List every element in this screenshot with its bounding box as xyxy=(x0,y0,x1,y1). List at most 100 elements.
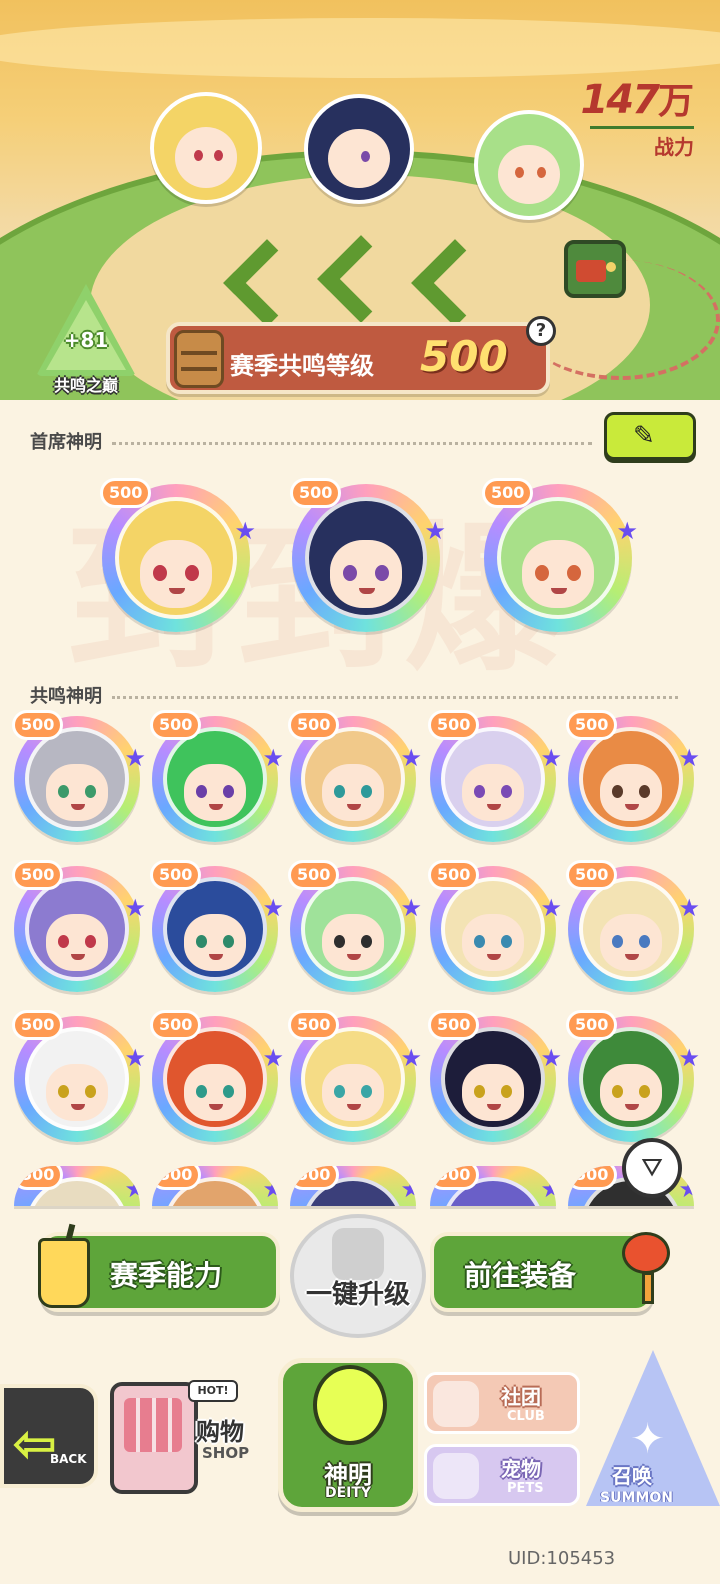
nav-deity[interactable]: 神明 DEITY xyxy=(278,1358,418,1512)
pets-label: 宠物 xyxy=(501,1457,541,1481)
deity-card[interactable]: 500 ★ xyxy=(288,1010,422,1142)
deity-card[interactable]: 500 ★ xyxy=(290,478,446,632)
deity-card[interactable]: 500 ★ xyxy=(14,1166,140,1206)
go-equip-button[interactable]: 前往装备 xyxy=(430,1232,654,1312)
upgrade-figure-icon xyxy=(332,1228,384,1280)
deity-card[interactable]: 500 ★ xyxy=(566,710,700,842)
deity-card[interactable]: 500 ★ xyxy=(566,860,700,992)
deity-card[interactable]: 500 ★ xyxy=(152,1166,278,1206)
star-icon: ★ xyxy=(400,893,422,922)
deity-card[interactable]: 500 ★ xyxy=(290,1166,416,1206)
deity-portrait xyxy=(301,727,405,831)
deity-card[interactable]: 500 ★ xyxy=(428,1010,562,1142)
star-icon: ★ xyxy=(262,893,284,922)
team-chibi[interactable] xyxy=(150,92,262,204)
shop-label-en: SHOP xyxy=(202,1444,250,1462)
star-icon: ★ xyxy=(678,893,700,922)
level-badge: 500 xyxy=(430,1166,480,1190)
level-badge: 500 xyxy=(288,710,340,740)
season-level: 500 xyxy=(420,332,508,381)
star-icon: ★ xyxy=(678,1174,694,1203)
level-badge: 500 xyxy=(150,710,202,740)
deity-card[interactable]: 500 ★ xyxy=(12,1010,146,1142)
summon-label: 召唤 xyxy=(612,1464,652,1488)
team-chibi[interactable] xyxy=(304,94,414,204)
filter-icon[interactable]: ⛛ xyxy=(622,1138,682,1198)
deity-portrait xyxy=(579,1027,683,1131)
level-badge: 500 xyxy=(150,860,202,890)
deity-portrait xyxy=(441,727,545,831)
star-icon: ★ xyxy=(678,1043,700,1072)
level-badge: 500 xyxy=(12,860,64,890)
deity-card[interactable]: 500 ★ xyxy=(100,478,256,632)
deity-card[interactable]: 500 ★ xyxy=(428,860,562,992)
cloud-band xyxy=(0,18,720,78)
pencil-icon: ✎ xyxy=(633,421,655,451)
go-equip-label: 前往装备 xyxy=(464,1259,577,1292)
season-ability-label: 赛季能力 xyxy=(110,1259,223,1292)
star-icon: ★ xyxy=(124,893,146,922)
back-button[interactable]: ⇦ BACK xyxy=(0,1384,98,1488)
pet-icon xyxy=(433,1453,479,1499)
level-badge: 500 xyxy=(288,860,340,890)
star-icon: ★ xyxy=(262,743,284,772)
level-badge: 500 xyxy=(150,1010,202,1040)
deity-card[interactable]: 500 ★ xyxy=(150,1010,284,1142)
level-badge: 500 xyxy=(568,1166,618,1190)
nav-summon[interactable]: ✦ 召唤 SUMMON xyxy=(578,1344,720,1514)
star-icon: ★ xyxy=(540,1174,556,1203)
club-label: 社团 xyxy=(501,1385,541,1409)
deity-portrait xyxy=(25,727,129,831)
level-badge: 500 xyxy=(12,710,64,740)
deity-card[interactable]: 500 ★ xyxy=(482,478,638,632)
drum-icon xyxy=(174,330,224,388)
level-badge: 500 xyxy=(428,860,480,890)
nav-pets[interactable]: 宠物 PETS xyxy=(424,1444,580,1506)
question-icon[interactable]: ? xyxy=(526,316,556,346)
deity-card[interactable]: 500 ★ xyxy=(288,710,422,842)
deity-portrait xyxy=(579,877,683,981)
level-badge: 500 xyxy=(290,478,342,508)
deity-portrait xyxy=(497,497,619,619)
deity-card[interactable]: 500 ★ xyxy=(288,860,422,992)
level-badge: 500 xyxy=(566,710,618,740)
section-title-chief: 首席神明 xyxy=(30,432,102,453)
edit-lineup-button[interactable]: ✎ xyxy=(604,412,696,460)
deity-card[interactable]: 500 ★ xyxy=(566,1010,700,1142)
star-icon: ★ xyxy=(540,743,562,772)
deity-card[interactable]: 500 ★ xyxy=(12,710,146,842)
deity-portrait xyxy=(305,497,427,619)
club-label-en: CLUB xyxy=(507,1409,545,1424)
bubble-tea-icon xyxy=(32,1223,96,1310)
nav-shop[interactable]: HOT! 购物 SHOP xyxy=(104,1356,264,1500)
deity-portrait xyxy=(163,727,267,831)
deity-portrait xyxy=(301,1027,405,1131)
deity-portrait xyxy=(163,1027,267,1131)
back-label: BACK xyxy=(50,1452,87,1466)
deity-card[interactable]: 500 ★ xyxy=(150,860,284,992)
deity-card[interactable]: 500 ★ xyxy=(430,1166,556,1206)
deity-card[interactable]: 500 ★ xyxy=(12,860,146,992)
peak-bonus: +81 xyxy=(63,328,109,352)
deity-portrait xyxy=(441,877,545,981)
deity-portrait xyxy=(25,1027,129,1131)
team-chibi[interactable] xyxy=(474,110,584,220)
resonance-peak-badge[interactable]: +81 共鸣之巅 xyxy=(24,284,148,400)
hot-badge: HOT! xyxy=(188,1380,238,1402)
club-bag-icon xyxy=(433,1381,479,1427)
level-badge: 500 xyxy=(290,1166,340,1190)
sparkle-icon: ✦ xyxy=(630,1414,666,1463)
deity-portrait xyxy=(115,497,237,619)
level-badge: 500 xyxy=(100,478,152,508)
divider xyxy=(112,442,592,445)
deity-card[interactable]: 500 ★ xyxy=(428,710,562,842)
shop-label: 购物 xyxy=(196,1418,244,1446)
deity-card[interactable]: 500 ★ xyxy=(150,710,284,842)
level-badge: 500 xyxy=(12,1010,64,1040)
star-icon: ★ xyxy=(400,1043,422,1072)
one-click-upgrade-button[interactable]: 一键升级 xyxy=(270,1208,446,1340)
nav-club[interactable]: 社团 CLUB xyxy=(424,1372,580,1434)
radio-icon[interactable] xyxy=(564,240,626,298)
star-icon: ★ xyxy=(400,1174,416,1203)
star-icon: ★ xyxy=(424,516,446,545)
